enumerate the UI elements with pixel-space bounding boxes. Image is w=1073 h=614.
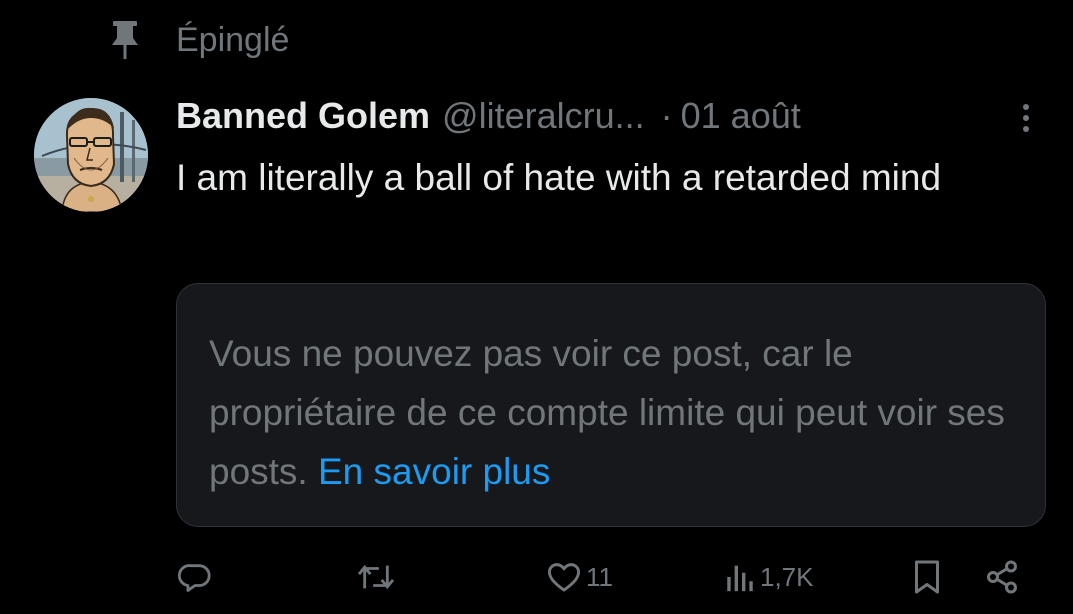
reply-button[interactable]	[178, 552, 212, 602]
share-icon	[984, 559, 1020, 595]
like-button[interactable]: 11	[546, 552, 613, 602]
share-button[interactable]	[984, 552, 1020, 602]
avatar[interactable]	[34, 98, 148, 212]
views-count: 1,7K	[760, 561, 814, 592]
post-date[interactable]: 01 août	[681, 95, 801, 137]
author-name[interactable]: Banned Golem	[176, 95, 430, 137]
bookmark-button[interactable]	[912, 552, 942, 602]
repost-icon	[356, 560, 396, 594]
post-header: Banned Golem @literalcru... · 01 août	[176, 88, 1046, 144]
notice-text-block: Vous ne pouvez pas voir ce post, car le …	[209, 324, 1015, 501]
author-handle[interactable]: @literalcru...	[442, 95, 645, 137]
learn-more-link[interactable]: En savoir plus	[318, 451, 550, 492]
repost-button[interactable]	[356, 552, 396, 602]
bookmark-icon	[912, 559, 942, 595]
more-vertical-icon[interactable]	[1014, 98, 1038, 138]
post-text: I am literally a ball of hate with a ret…	[176, 157, 942, 198]
pin-icon	[108, 20, 142, 60]
action-bar: 11 1,7K	[176, 552, 1036, 602]
heart-icon	[546, 561, 582, 593]
like-count: 11	[586, 561, 613, 592]
reply-icon	[178, 560, 212, 594]
separator-dot: ·	[660, 95, 673, 136]
restricted-post-notice: Vous ne pouvez pas voir ce post, car le …	[176, 283, 1046, 527]
views-icon	[724, 560, 756, 594]
pinned-indicator: Épinglé	[108, 14, 289, 66]
views-button[interactable]: 1,7K	[724, 552, 814, 602]
pinned-label: Épinglé	[176, 20, 290, 59]
